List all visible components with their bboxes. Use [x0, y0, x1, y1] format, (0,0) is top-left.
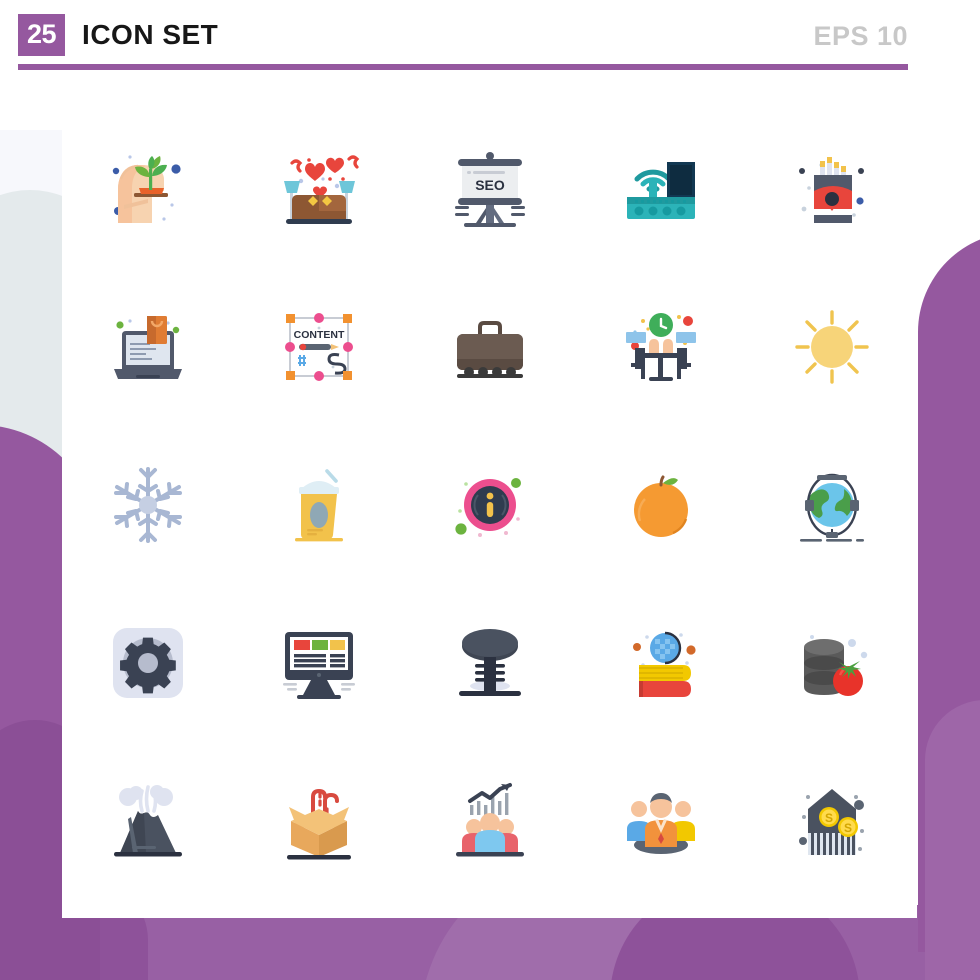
settings-gear-icon: [112, 628, 183, 698]
icon-cell-sun[interactable]: [746, 268, 917, 426]
icon-cell-wifi-router[interactable]: [575, 110, 746, 268]
icon-cell-info[interactable]: [404, 426, 575, 584]
snowflake-icon: [113, 467, 182, 543]
sun-icon: [794, 310, 869, 384]
icon-cell-global-network[interactable]: [746, 426, 917, 584]
icon-cell-leadership-team[interactable]: [575, 742, 746, 900]
icon-cell-web-layout[interactable]: [233, 584, 404, 742]
eps-version-label: EPS 10: [813, 21, 908, 51]
head-with-plant-icon: [112, 155, 181, 223]
icon-cell-content-editing[interactable]: CONTENT: [233, 268, 404, 426]
icon-cell-orange-fruit[interactable]: [575, 426, 746, 584]
briefcase-icon: [456, 321, 523, 378]
icon-cell-settings[interactable]: [62, 584, 233, 742]
header-divider: [18, 64, 908, 70]
cold-drink-cup-icon: [294, 469, 343, 542]
icon-cell-briefcase[interactable]: [404, 268, 575, 426]
svg-text:SEO: SEO: [475, 177, 505, 193]
web-layout-monitor-icon: [282, 632, 355, 699]
books-globe-icon: [632, 631, 696, 697]
header-title-group: 25 ICON SET: [18, 14, 218, 56]
icon-cell-laptop-shopping[interactable]: [62, 268, 233, 426]
icon-cell-books-globe[interactable]: [575, 584, 746, 742]
meeting-table-icon: [625, 313, 696, 381]
svg-text:S: S: [824, 811, 832, 825]
laptop-shopping-bag-icon: [113, 316, 182, 379]
team-growth-chart-icon: [455, 783, 524, 857]
icon-count-badge: 25: [18, 14, 66, 56]
icon-cell-team-growth[interactable]: [404, 742, 575, 900]
icon-cell-meeting-table[interactable]: [575, 268, 746, 426]
svg-text:S: S: [843, 821, 851, 835]
open-box-candy-icon: [286, 788, 351, 860]
info-circle-icon: [454, 478, 521, 537]
icon-cell-romantic-bedroom[interactable]: [233, 110, 404, 268]
header: 25 ICON SET EPS 10: [0, 0, 980, 70]
romantic-bedroom-icon: [283, 155, 359, 224]
content-editing-icon: CONTENT: [284, 313, 353, 381]
icon-cell-volcano[interactable]: [62, 742, 233, 900]
icon-cell-cold-drink[interactable]: [233, 426, 404, 584]
icon-cell-price-tag[interactable]: S S: [746, 742, 917, 900]
seo-presentation-board-icon: SEO: [454, 152, 525, 227]
icon-cell-seo-board[interactable]: SEO: [404, 110, 575, 268]
global-network-icon: [799, 473, 864, 542]
price-tag-money-icon: S S: [798, 789, 864, 855]
icon-set-canvas: 25 ICON SET EPS 10 SEO CONTENT S S: [0, 0, 980, 980]
icon-cell-head-with-plant[interactable]: [62, 110, 233, 268]
icon-cell-snowflake[interactable]: [62, 426, 233, 584]
icon-cell-stool[interactable]: [404, 584, 575, 742]
icon-cell-database[interactable]: [746, 584, 917, 742]
stool-chair-icon: [458, 629, 521, 696]
svg-text:CONTENT: CONTENT: [293, 329, 344, 341]
database-tomato-icon: [803, 635, 867, 696]
icon-cell-open-box[interactable]: [233, 742, 404, 900]
wifi-router-icon: [626, 162, 695, 219]
purple-blob-right-light: [925, 700, 980, 980]
leadership-team-icon: [626, 793, 695, 854]
cigarette-pack-icon: [798, 157, 864, 223]
orange-fruit-icon: [633, 475, 688, 537]
icon-grid: SEO CONTENT S S: [62, 110, 917, 900]
icon-cell-cigarette-pack[interactable]: [746, 110, 917, 268]
page-title: ICON SET: [82, 19, 219, 50]
volcano-icon: [113, 785, 182, 857]
